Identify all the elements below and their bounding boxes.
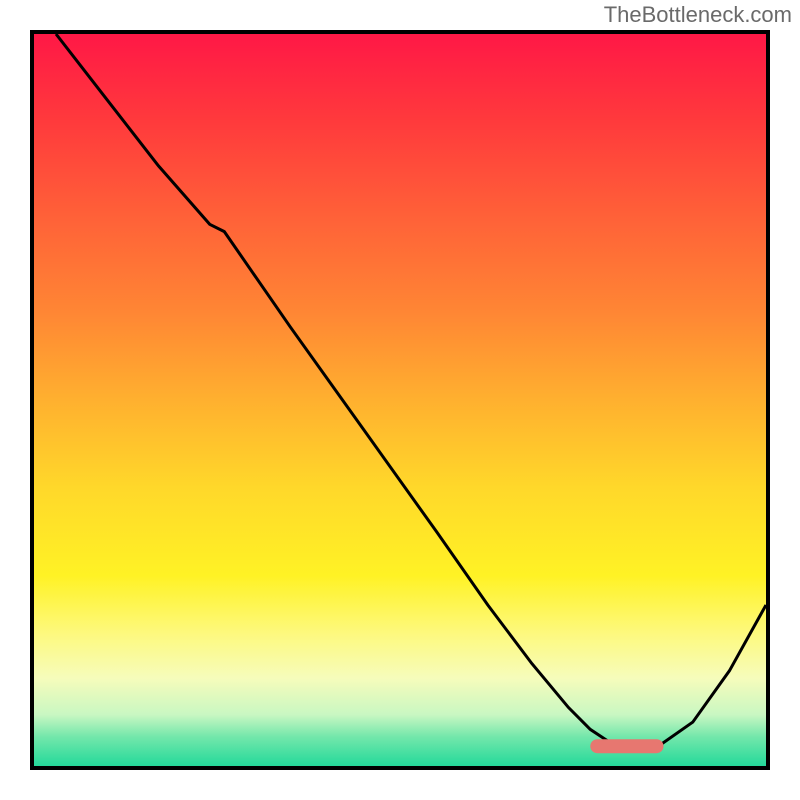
gradient-background xyxy=(34,34,766,766)
watermark-text: TheBottleneck.com xyxy=(604,2,792,28)
optimal-zone-marker xyxy=(590,739,663,753)
chart-svg xyxy=(34,34,766,766)
chart-container: TheBottleneck.com xyxy=(0,0,800,800)
plot-area xyxy=(30,30,770,770)
